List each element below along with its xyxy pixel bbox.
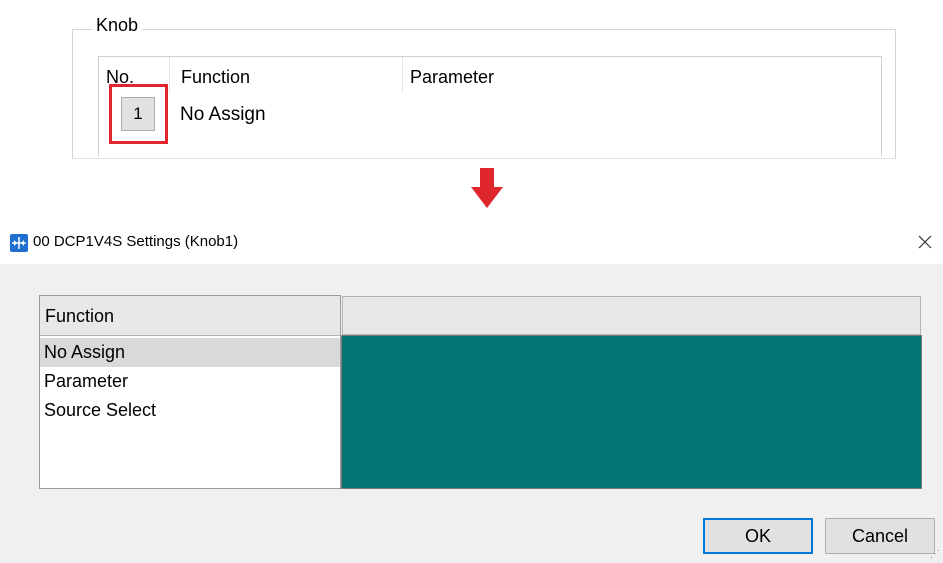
detail-column-header[interactable] [342, 296, 921, 335]
column-separator [169, 57, 170, 93]
dialog-titlebar: 00 DCP1V4S Settings (Knob1) [0, 218, 943, 264]
cancel-button[interactable]: Cancel [825, 518, 935, 554]
resize-grip-icon[interactable]: ⋰ [930, 549, 940, 560]
detail-panel [341, 335, 922, 489]
knob-function-value: No Assign [180, 104, 266, 125]
knob-group-title: Knob [92, 12, 143, 38]
list-item-no-assign[interactable]: No Assign [40, 338, 340, 367]
highlight-box [109, 84, 168, 144]
list-item-source-select[interactable]: Source Select [40, 396, 340, 425]
dialog-title: 00 DCP1V4S Settings (Knob1) [33, 233, 239, 250]
function-column-header[interactable]: Function [40, 296, 340, 336]
function-list: Function No Assign Parameter Source Sele… [39, 295, 341, 489]
down-arrow-icon [471, 168, 503, 215]
app-icon [10, 234, 28, 252]
column-header-parameter[interactable]: Parameter [410, 66, 494, 88]
close-icon[interactable] [912, 230, 938, 254]
ok-button[interactable]: OK [703, 518, 813, 554]
column-header-function[interactable]: Function [181, 66, 250, 88]
list-item-parameter[interactable]: Parameter [40, 367, 340, 396]
settings-dialog: 00 DCP1V4S Settings (Knob1) Function No … [0, 218, 943, 563]
column-separator [402, 57, 403, 93]
